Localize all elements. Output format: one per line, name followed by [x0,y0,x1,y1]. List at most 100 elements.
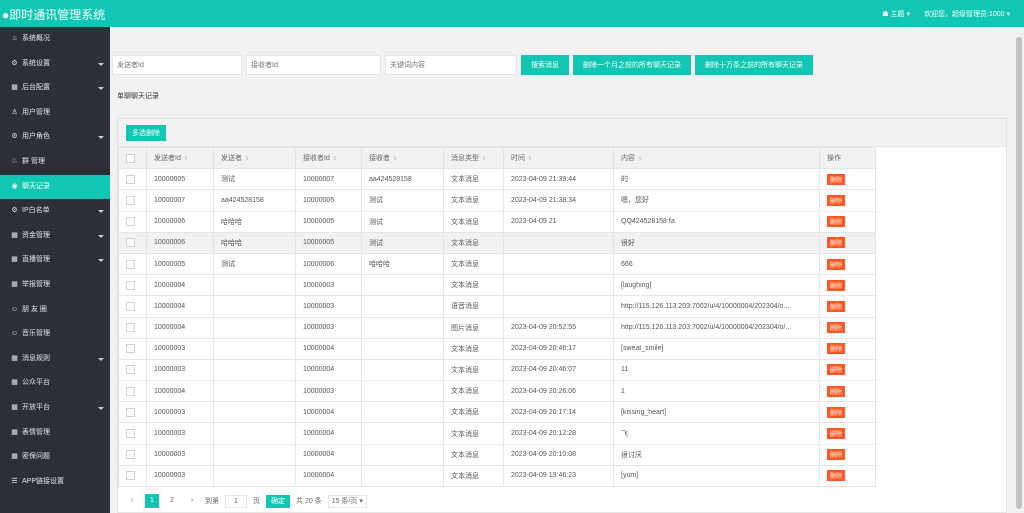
sidebar-item[interactable]: ▦ 直播管理 [0,248,110,273]
sidebar-item[interactable]: ☰ APP链接设置 [0,470,110,495]
cell-actions: 删除 [819,358,876,382]
sidebar-item[interactable]: ⚙ 用户角色 [0,125,110,150]
cell-type: 文本消息 [443,401,504,424]
sort-icon[interactable]: ⇅ [638,156,642,162]
calendar-icon: ▦ [11,256,18,264]
sidebar-item[interactable]: ⚙ IP白名单 [0,199,110,224]
user-menu[interactable]: 欢迎您，超级管理员:1000 ▾ [924,9,1010,19]
page-scrollbar[interactable] [1014,27,1024,513]
search-button[interactable]: 搜索消息 [521,55,569,75]
delete-row-button[interactable]: 删除 [827,300,846,312]
cell-sender-id: 10000006 [146,210,214,233]
delete-row-button[interactable]: 删除 [827,258,846,270]
delete-row-button[interactable]: 删除 [827,173,846,185]
theme-menu[interactable]: ☗ 主题 ▾ [882,9,910,19]
column-header[interactable]: 时间 ⇅ [503,146,614,170]
sidebar-item[interactable]: ▦ 开放平台 [0,396,110,421]
top-bar: ●即时通讯管理系统 ☗ 主题 ▾ 欢迎您，超级管理员:1000 ▾ [0,0,1024,27]
gear-icon: ⚙ [11,207,18,215]
sidebar-item[interactable]: ▦ 资金管理 [0,224,110,249]
row-checkbox[interactable] [126,238,135,248]
row-checkbox[interactable] [126,450,135,460]
page-2-button[interactable]: 2 [165,494,179,508]
row-checkbox[interactable] [126,323,135,333]
select-all-checkbox[interactable] [126,153,135,163]
row-select-cell [118,380,147,403]
sort-icon[interactable]: ⇅ [333,156,337,162]
row-checkbox[interactable] [126,365,135,375]
page-size-select[interactable]: 15 条/页 ▾ [327,494,367,508]
sidebar-item[interactable]: ♙ 用户管理 [0,101,110,126]
row-checkbox[interactable] [126,217,135,227]
column-header[interactable]: 内容 ⇅ [613,146,820,170]
delete-month-button[interactable]: 删除一个月之前的所有聊天记录 [573,55,691,75]
row-checkbox[interactable] [126,259,135,269]
sidebar-item[interactable]: ▦ 密保问题 [0,445,110,470]
delete-row-button[interactable]: 删除 [827,194,846,206]
goto-page-input[interactable]: 1 [225,494,247,508]
delete-row-button[interactable]: 删除 [827,237,846,249]
column-header[interactable]: 消息类型 ⇅ [443,146,504,170]
chat-table: 发送者Id ⇅ 发送者 ⇅ 接收者Id ⇅ 接收者 ⇅ 消息类型 ⇅ 时间 ⇅ 内容 ⇅ 操作 100000… [118,146,876,488]
sort-icon[interactable]: ⇅ [393,156,397,162]
delete-row-button[interactable]: 删除 [827,343,846,355]
receiver-id-input[interactable] [246,55,381,75]
delete-row-button[interactable]: 删除 [827,364,846,376]
sidebar-item[interactable]: ▦ 消息规则 [0,347,110,372]
row-checkbox[interactable] [126,386,135,396]
cell-sender-id: 10000004 [146,274,214,297]
cell-sender [213,295,296,318]
sort-icon[interactable]: ⇅ [482,156,486,162]
delete-row-button[interactable]: 删除 [827,406,846,418]
row-checkbox[interactable] [126,280,135,290]
row-checkbox[interactable] [126,407,135,417]
sidebar-item[interactable]: ▦ 公众平台 [0,371,110,396]
delete-row-button[interactable]: 删除 [827,428,846,440]
cell-receiver-id: 10000004 [295,401,362,424]
row-checkbox[interactable] [126,301,135,311]
row-checkbox[interactable] [126,195,135,205]
delete-row-button[interactable]: 删除 [827,216,846,228]
column-header[interactable]: 发送者Id ⇅ [146,146,214,170]
row-checkbox[interactable] [126,429,135,439]
cell-sender [213,358,296,382]
keyword-input[interactable] [385,55,517,75]
delete-row-button[interactable]: 删除 [827,322,846,334]
sidebar-item[interactable]: ☺ 朋 友 圈 [0,298,110,323]
sort-icon[interactable]: ⇅ [245,156,249,162]
sidebar-item[interactable]: ⚙ 系统设置 [0,52,110,77]
column-header[interactable]: 发送者 ⇅ [213,146,296,170]
sort-icon[interactable]: ⇅ [184,156,188,162]
sidebar-item[interactable]: ▦ 举报管理 [0,273,110,298]
delete-100k-button[interactable]: 删除十万条之前的所有聊天记录 [695,55,813,75]
sender-id-input[interactable] [112,55,242,75]
row-checkbox[interactable] [126,471,135,481]
cell-receiver [361,464,444,488]
sidebar-item[interactable]: ▦ 后台配置 [0,76,110,101]
cell-receiver [361,337,444,360]
sidebar-item[interactable]: ☺ 音乐管理 [0,322,110,347]
multi-delete-button[interactable]: 多选删除 [126,125,166,141]
next-page-button[interactable]: › [185,494,199,508]
sort-icon[interactable]: ⇅ [528,156,532,162]
delete-row-button[interactable]: 删除 [827,385,846,397]
page-1-button[interactable]: 1 [145,494,159,508]
row-checkbox[interactable] [126,174,135,184]
table-row: 10000005 测试 10000006 哈哈哈 文本消息 666 删除 [118,252,876,276]
column-header[interactable]: 接收者Id ⇅ [295,146,362,170]
top-right-menu: ☗ 主题 ▾ 欢迎您，超级管理员:1000 ▾ [882,9,1010,19]
delete-row-button[interactable]: 删除 [827,279,846,291]
cell-receiver-id: 10000004 [295,443,362,466]
delete-row-button[interactable]: 删除 [827,470,846,482]
prev-page-button[interactable]: ‹ [125,494,139,508]
sidebar-item[interactable]: ⌂ 系统概况 [0,27,110,52]
scrollbar-thumb[interactable] [1016,37,1022,509]
calendar-icon: ▦ [11,231,18,239]
delete-row-button[interactable]: 删除 [827,449,846,461]
sidebar-item[interactable]: ◉ 聊天记录 [0,174,110,200]
column-header[interactable]: 接收者 ⇅ [361,146,444,170]
row-checkbox[interactable] [126,344,135,354]
goto-confirm-button[interactable]: 确定 [266,494,290,508]
sidebar-item[interactable]: ▦ 表情管理 [0,421,110,446]
sidebar-item[interactable]: ♘ 群 管理 [0,150,110,175]
